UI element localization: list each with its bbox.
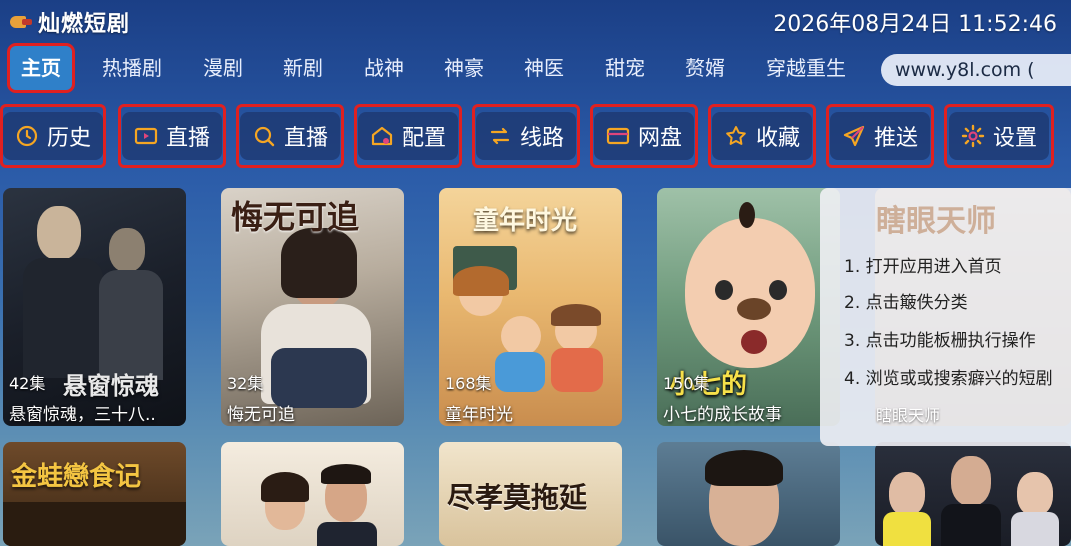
live-tv-label: 直播 xyxy=(165,126,210,151)
site-url: www.y8l.com ( xyxy=(881,54,1071,86)
tv-icon xyxy=(134,124,158,148)
card-icon xyxy=(606,124,630,148)
help-panel: 瞎眼天师 1. 打开应用进入首页 2. 点击簸佚分类 3. 点击功能板栅执行操作… xyxy=(820,188,1071,446)
drama-card[interactable] xyxy=(221,442,404,546)
episode-count: 32集 xyxy=(227,374,264,393)
tab-comic[interactable]: 漫剧 xyxy=(193,46,253,90)
drama-title: 小七的成长故事 xyxy=(663,405,782,425)
drama-title: 童年时光 xyxy=(445,405,513,425)
drama-card[interactable]: 尽孝莫拖延 xyxy=(439,442,622,546)
drama-title: 悔无可追 xyxy=(227,405,295,425)
route-icon xyxy=(488,124,512,148)
history-icon xyxy=(15,124,39,148)
history-label: 历史 xyxy=(47,126,92,151)
live-search-label: 直播 xyxy=(283,126,328,151)
cloud-drive-label: 网盘 xyxy=(637,126,682,151)
tab-home[interactable]: 主页 xyxy=(10,46,72,90)
route-button[interactable]: 线路 xyxy=(472,104,580,168)
favorites-button[interactable]: 收藏 xyxy=(708,104,816,168)
settings-button[interactable]: 设置 xyxy=(944,104,1054,168)
tab-time-travel[interactable]: 穿越重生 xyxy=(756,46,856,90)
help-step: 1. 打开应用进入首页 xyxy=(844,257,1002,277)
drama-card[interactable]: 小七的 150集 小七的成长故事 xyxy=(657,188,840,426)
episode-count: 150集 xyxy=(663,374,710,393)
poster-title: 童年时光 xyxy=(473,206,578,236)
gear-icon xyxy=(961,124,985,148)
live-tv-button[interactable]: 直播 xyxy=(118,104,226,168)
send-icon xyxy=(842,124,866,148)
datetime: 2026年08月24日 11:52:46 xyxy=(773,12,1057,37)
push-label: 推送 xyxy=(873,126,918,151)
drama-card[interactable] xyxy=(875,442,1071,546)
drama-card[interactable]: 金蛙戀食记 xyxy=(3,442,186,546)
help-step: 2. 点击簸佚分类 xyxy=(844,293,968,313)
live-search-button[interactable]: 直播 xyxy=(236,104,344,168)
config-label: 配置 xyxy=(401,126,446,151)
poster-title: 悬窗惊魂 xyxy=(63,371,159,400)
episode-count: 42集 xyxy=(9,374,46,393)
tab-hot[interactable]: 热播剧 xyxy=(92,46,172,90)
drama-card[interactable]: 悔无可追 32集 悔无可追 xyxy=(221,188,404,426)
cloud-drive-button[interactable]: 网盘 xyxy=(590,104,698,168)
home-gear-icon xyxy=(370,124,394,148)
push-button[interactable]: 推送 xyxy=(826,104,934,168)
drama-title: 悬窗惊魂，三十八.. xyxy=(9,405,156,425)
app-logo-icon xyxy=(8,11,34,33)
drama-poster xyxy=(875,442,1071,546)
drama-card[interactable] xyxy=(657,442,840,546)
drama-card[interactable]: 悬窗惊魂 42集 悬窗惊魂，三十八.. xyxy=(3,188,186,426)
tab-new[interactable]: 新剧 xyxy=(273,46,333,90)
drama-card[interactable]: 童年时光 168集 童年时光 xyxy=(439,188,622,426)
route-label: 线路 xyxy=(519,126,564,151)
star-icon xyxy=(724,124,748,148)
function-bar: 历史 直播 直播 配置 线路 网盘 收藏 推送 设置 xyxy=(0,104,1071,168)
app-title: 灿燃短剧 xyxy=(38,12,131,37)
tab-war-god[interactable]: 战神 xyxy=(354,46,414,90)
tab-sweet[interactable]: 甜宠 xyxy=(595,46,655,90)
category-tabs: 主页 热播剧 漫剧 新剧 战神 神豪 神医 甜宠 赘婿 穿越重生 www.y8l… xyxy=(0,46,1071,90)
history-button[interactable]: 历史 xyxy=(0,104,106,168)
help-step: 4. 浏览或或搜索癖兴的短剧 xyxy=(844,369,1053,389)
app-logo: 灿燃短剧 xyxy=(8,6,130,38)
favorites-label: 收藏 xyxy=(755,126,800,151)
settings-label: 设置 xyxy=(992,126,1037,151)
help-step: 3. 点击功能板栅执行操作 xyxy=(844,331,1036,351)
drama-poster xyxy=(657,442,840,546)
poster-title: 尽孝莫拖延 xyxy=(447,481,588,514)
config-button[interactable]: 配置 xyxy=(354,104,462,168)
drama-poster xyxy=(221,442,404,546)
header: 灿燃短剧 2026年08月24日 11:52:46 xyxy=(0,0,1071,40)
help-title: 瞎眼天师 xyxy=(876,204,996,239)
tab-doctor[interactable]: 神医 xyxy=(514,46,574,90)
poster-title: 悔无可追 xyxy=(231,198,360,236)
search-icon xyxy=(252,124,276,148)
help-footer: 瞎眼天师 xyxy=(876,406,941,425)
poster-title: 金蛙戀食记 xyxy=(11,462,142,492)
episode-count: 168集 xyxy=(445,374,492,393)
tab-son-in-law[interactable]: 赘婿 xyxy=(675,46,735,90)
tab-tycoon[interactable]: 神豪 xyxy=(434,46,494,90)
